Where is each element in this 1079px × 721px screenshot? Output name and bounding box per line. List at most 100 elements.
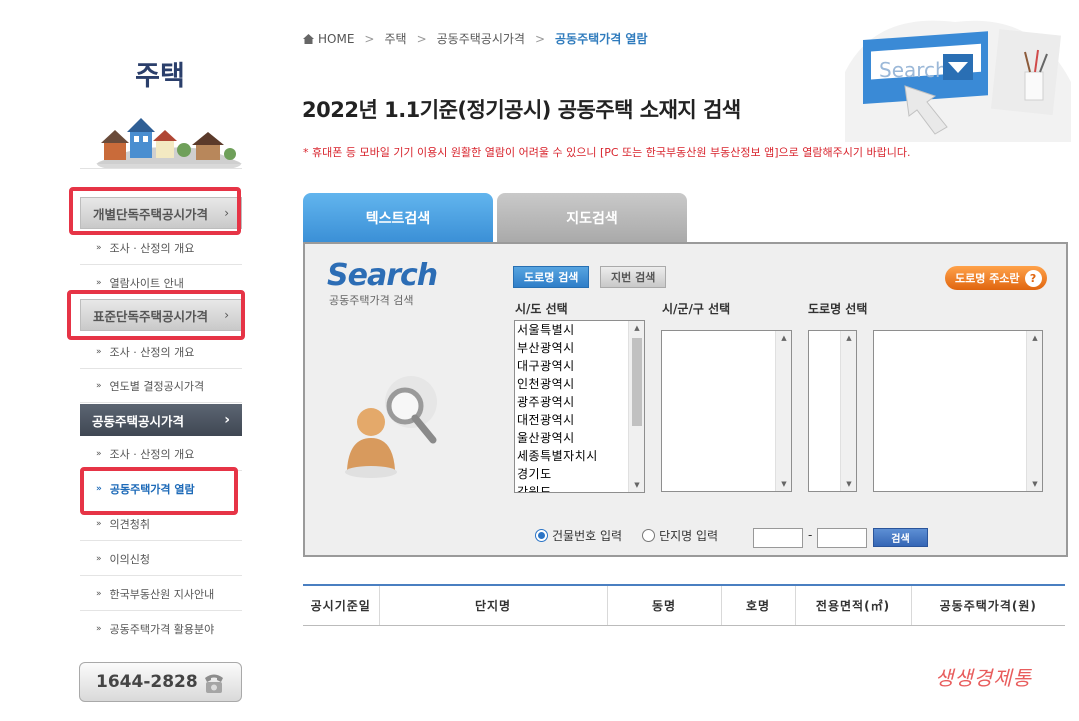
road-initial-listbox[interactable]: ▲ ▼ <box>808 330 857 492</box>
banner-search-text: Search <box>879 58 948 82</box>
submenu-item[interactable]: » 이의신청 <box>80 542 242 576</box>
scroll-down-icon[interactable]: ▼ <box>776 477 791 491</box>
bullet-icon: » <box>96 346 102 357</box>
search-panel: Search 공동주택가격 검색 도로명 검색 지번 검색 도로명 주소란 ? … <box>303 242 1068 557</box>
breadcrumb-item[interactable]: 주택 <box>384 30 406 47</box>
scroll-up-icon[interactable]: ▲ <box>776 331 791 345</box>
list-option[interactable]: 대전광역시 <box>515 411 644 429</box>
scrollbar[interactable]: ▲ ▼ <box>775 331 791 491</box>
breadcrumb-item[interactable]: 공동주택공시가격 <box>437 30 525 47</box>
highlight-box <box>69 187 241 235</box>
tab-map-search[interactable]: 지도검색 <box>497 193 687 243</box>
phone-number-box: 1644-2828 <box>79 662 242 702</box>
building-number-main-input[interactable] <box>753 528 803 548</box>
search-subtitle: 공동주택가격 검색 <box>329 294 414 307</box>
bullet-icon: » <box>96 277 102 288</box>
submenu-item[interactable]: » 공동주택가격 활용분야 <box>80 612 242 646</box>
scroll-down-icon[interactable]: ▼ <box>629 478 644 492</box>
sidebar: 주택 개별단독주택공시가격 › » 조사 · 산정의 개요 » 열람사이트 안내… <box>0 0 260 721</box>
breadcrumb-separator: > <box>534 31 546 46</box>
scrollbar[interactable]: ▲ ▼ <box>628 321 644 492</box>
sido-listbox[interactable]: 서울특별시 부산광역시 대구광역시 인천광역시 광주광역시 대전광역시 울산광역… <box>514 320 645 493</box>
scroll-down-icon[interactable]: ▼ <box>841 477 856 491</box>
scroll-down-icon[interactable]: ▼ <box>1027 477 1042 491</box>
tab-text-search[interactable]: 텍스트검색 <box>303 193 493 243</box>
input-type-radios: 건물번호 입력 단지명 입력 <box>535 527 718 544</box>
chevron-right-icon: › <box>224 412 230 428</box>
radio-complex-name[interactable] <box>642 529 656 542</box>
list-option[interactable]: 광주광역시 <box>515 393 644 411</box>
bullet-icon: » <box>96 242 102 253</box>
radio-complex-label: 단지명 입력 <box>659 529 719 543</box>
menu-apartment-housing[interactable]: 공동주택공시가격 › <box>80 404 242 436</box>
list-option[interactable]: 서울특별시 <box>515 321 644 339</box>
list-option[interactable]: 강원도 <box>515 483 644 492</box>
sigungu-label: 시/군/구 선택 <box>662 302 731 316</box>
person-magnifier-illustration <box>345 376 437 478</box>
road-name-listbox[interactable]: ▲ ▼ <box>873 330 1043 492</box>
road-name-search-button[interactable]: 도로명 검색 <box>513 266 590 288</box>
help-button-label: 도로명 주소란 <box>955 272 1020 285</box>
submenu-item[interactable]: » 조사 · 산정의 개요 <box>80 231 242 265</box>
page-title: 2022년 1.1기준(정기공시) 공동주택 소재지 검색 <box>302 98 741 122</box>
submenu-label: 조사 · 산정의 개요 <box>109 447 195 461</box>
submenu-label: 조사 · 산정의 개요 <box>109 241 195 255</box>
list-option[interactable]: 부산광역시 <box>515 339 644 357</box>
mobile-notice: * 휴대폰 등 모바일 기기 이용시 원활한 열람이 어려울 수 있으니 [PC… <box>303 146 911 159</box>
sido-label: 시/도 선택 <box>515 302 568 316</box>
bullet-icon: » <box>96 624 102 634</box>
road-address-help-button[interactable]: 도로명 주소란 ? <box>945 266 1047 290</box>
list-option[interactable]: 대구광역시 <box>515 357 644 375</box>
header-building: 동명 <box>607 584 722 626</box>
scroll-up-icon[interactable]: ▲ <box>841 331 856 345</box>
submenu-label: 공동주택가격 활용분야 <box>109 623 215 636</box>
radio-building-label: 건물번호 입력 <box>552 529 623 543</box>
submenu-label: 연도별 결정공시가격 <box>109 379 205 393</box>
submenu-label: 한국부동산원 지사안내 <box>109 587 215 601</box>
submenu-label: 열람사이트 안내 <box>109 276 184 290</box>
bullet-icon: » <box>96 588 102 599</box>
sigungu-listbox[interactable]: ▲ ▼ <box>661 330 792 492</box>
submenu-item[interactable]: » 연도별 결정공시가격 <box>80 369 242 403</box>
list-option[interactable]: 경기도 <box>515 465 644 483</box>
list-option[interactable]: 세종특별자치시 <box>515 447 644 465</box>
bullet-icon: » <box>96 380 102 391</box>
search-banner-illustration: Search <box>845 20 1071 142</box>
scrollbar[interactable]: ▲ ▼ <box>840 331 856 491</box>
submenu-item[interactable]: » 조사 · 산정의 개요 <box>80 437 242 471</box>
submenu-item[interactable]: » 조사 · 산정의 개요 <box>80 335 242 369</box>
road-label: 도로명 선택 <box>808 302 868 316</box>
search-button[interactable]: 검색 <box>873 528 928 547</box>
houses-illustration <box>96 118 242 168</box>
radio-building-number[interactable] <box>535 529 548 542</box>
search-logo: Search <box>327 258 438 293</box>
bullet-icon: » <box>96 518 102 529</box>
highlight-box <box>80 467 238 515</box>
submenu-label: 조사 · 산정의 개요 <box>109 345 195 359</box>
lot-number-search-button[interactable]: 지번 검색 <box>600 266 667 288</box>
building-number-sub-input[interactable] <box>817 528 867 548</box>
header-unit: 호명 <box>721 584 796 626</box>
submenu-label: 의견청취 <box>109 517 150 531</box>
phone-number: 1644-2828 <box>96 672 198 692</box>
breadcrumb: HOME > 주택 > 공동주택공시가격 > 공동주택가격 열람 <box>303 30 648 47</box>
scroll-up-icon[interactable]: ▲ <box>1027 331 1042 345</box>
highlight-box <box>67 290 245 340</box>
telephone-icon <box>205 674 223 693</box>
breadcrumb-separator: > <box>416 31 427 46</box>
watermark: 생생경제통 <box>935 666 1032 690</box>
scroll-thumb[interactable] <box>632 338 642 426</box>
divider <box>80 168 242 169</box>
scrollbar[interactable]: ▲ ▼ <box>1026 331 1042 491</box>
dash: - <box>808 528 813 542</box>
list-option[interactable]: 인천광역시 <box>515 375 644 393</box>
home-icon[interactable] <box>303 33 314 44</box>
list-option[interactable]: 울산광역시 <box>515 429 644 447</box>
scroll-up-icon[interactable]: ▲ <box>629 321 644 335</box>
submenu-item[interactable]: » 한국부동산원 지사안내 <box>80 577 242 611</box>
bullet-icon: » <box>96 553 102 564</box>
breadcrumb-home[interactable]: HOME <box>318 32 354 46</box>
sidebar-title: 주택 <box>135 61 185 92</box>
result-table: 공시기준일 단지명 동명 호명 전용면적(㎡) 공동주택가격(원) <box>303 584 1065 626</box>
header-price: 공동주택가격(원) <box>911 584 1065 626</box>
